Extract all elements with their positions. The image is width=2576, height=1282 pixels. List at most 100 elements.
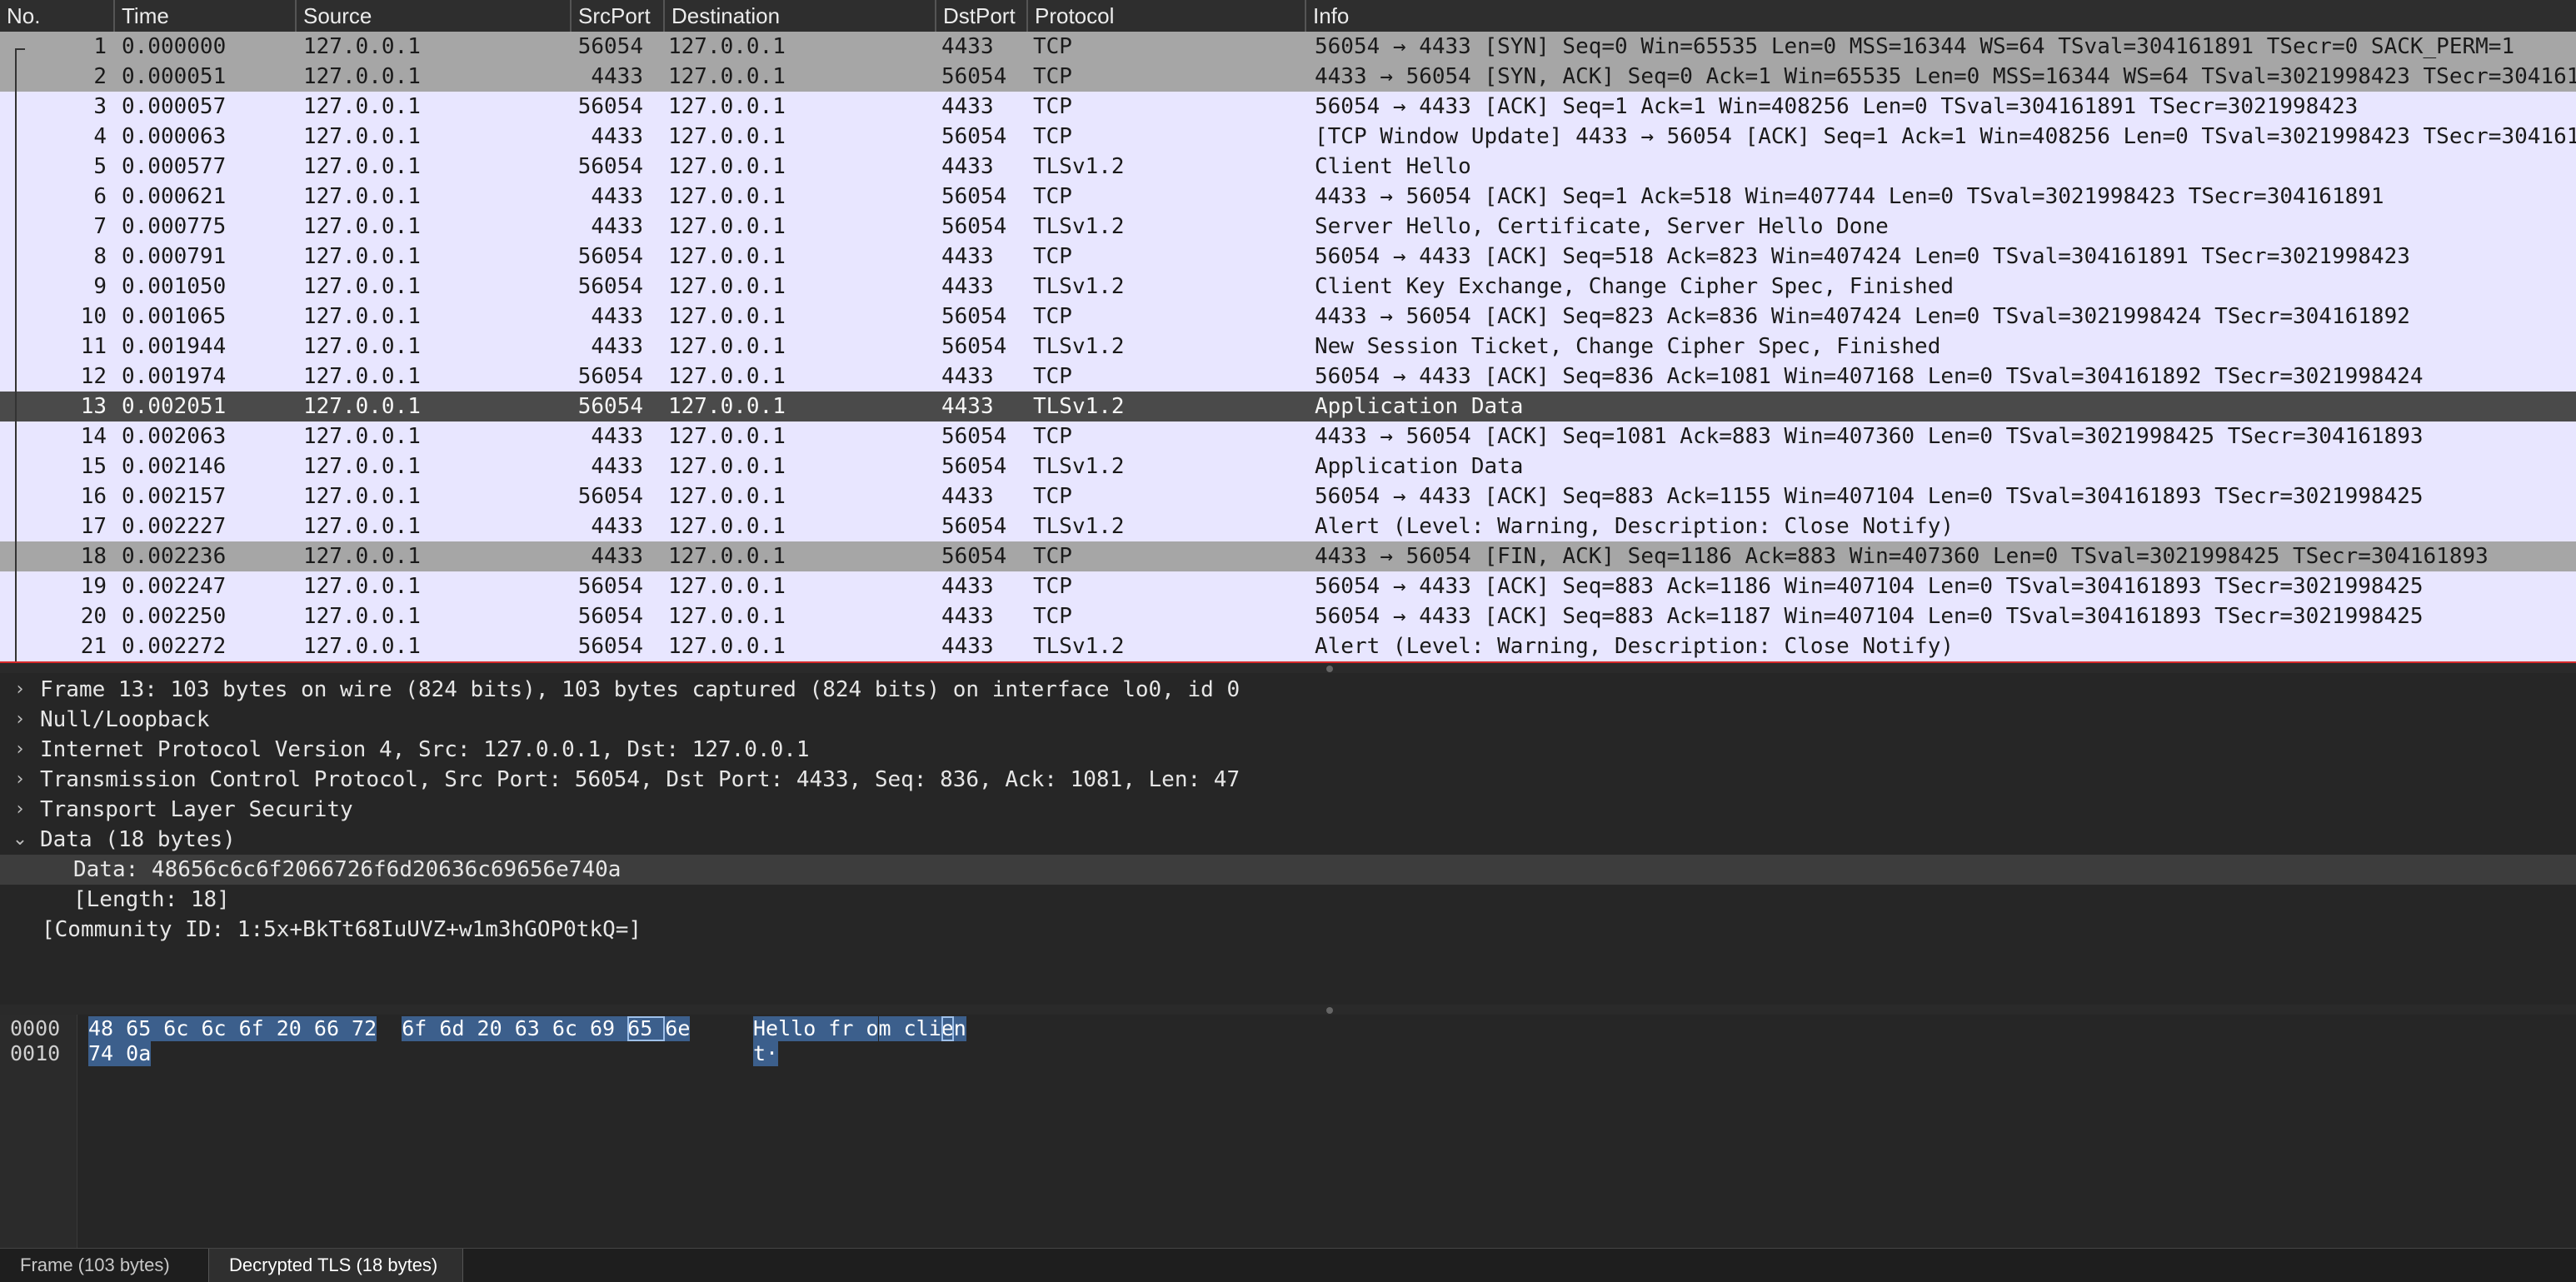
hex-byte[interactable]: 66 [313, 1016, 352, 1041]
packet-row[interactable]: 19 0.002247 127.0.0.1 56054 127.0.0.1 4433 TCP… [0, 571, 2576, 601]
hex-byte[interactable]: 65 [627, 1016, 666, 1041]
ascii-char[interactable]: H [753, 1016, 766, 1041]
detail-row[interactable]: › Transport Layer Security [0, 795, 2576, 825]
ascii-char[interactable] [891, 1016, 904, 1041]
col-no-header[interactable]: No. [0, 0, 113, 32]
packet-time: 0.000063 [122, 124, 227, 149]
tab-frame[interactable]: Frame (103 bytes) [0, 1249, 208, 1282]
packet-row[interactable]: 5 0.000577 127.0.0.1 56054 127.0.0.1 4433 TLSv… [0, 152, 2576, 182]
packet-time: 0.000621 [122, 184, 227, 209]
hex-byte[interactable]: 65 [126, 1016, 164, 1041]
hex-byte[interactable]: 20 [477, 1016, 515, 1041]
hex-byte[interactable]: 0a [126, 1041, 151, 1066]
packet-row[interactable]: 16 0.002157 127.0.0.1 56054 127.0.0.1 4433 TCP… [0, 481, 2576, 511]
ascii-char[interactable]: · [766, 1041, 778, 1066]
tab-decrypted-tls[interactable]: Decrypted TLS (18 bytes) [208, 1249, 463, 1282]
hex-byte[interactable]: 72 [352, 1016, 377, 1041]
packet-info: 56054 → 4433 [ACK] Seq=518 Ack=823 Win=4… [1315, 244, 2410, 269]
packet-info: [TCP Window Update] 4433 → 56054 [ACK] S… [1315, 124, 2576, 149]
packet-destination: 127.0.0.1 [668, 334, 786, 359]
hex-byte[interactable]: 6c [163, 1016, 202, 1041]
hex-byte[interactable]: 6d [439, 1016, 477, 1041]
ascii-char[interactable]: e [766, 1016, 778, 1041]
packet-info: Alert (Level: Warning, Description: Clos… [1315, 514, 1954, 539]
packet-row[interactable]: 13 0.002051 127.0.0.1 56054 127.0.0.1 4433 TLS… [0, 392, 2576, 422]
packet-dstport: 56054 [941, 454, 1007, 479]
packet-row[interactable]: 4 0.000063 127.0.0.1 4433 127.0.0.1 56054 TCP[… [0, 122, 2576, 152]
packet-srcport: 56054 [577, 394, 643, 419]
ascii-char[interactable]: i [928, 1016, 941, 1041]
hex-byte[interactable]: 6c [201, 1016, 239, 1041]
packet-row[interactable]: 7 0.000775 127.0.0.1 4433 127.0.0.1 56054 TLSv… [0, 212, 2576, 242]
packet-row[interactable]: 17 0.002227 127.0.0.1 4433 127.0.0.1 56054 TLS… [0, 511, 2576, 541]
packet-row[interactable]: 10 0.001065 127.0.0.1 4433 127.0.0.1 56054 TCP… [0, 302, 2576, 332]
ascii-char[interactable]: f [828, 1016, 841, 1041]
packet-protocol: TCP [1033, 574, 1072, 599]
detail-row[interactable]: › Internet Protocol Version 4, Src: 127.0… [0, 735, 2576, 765]
packet-protocol: TCP [1033, 124, 1072, 149]
ascii-char[interactable]: o [866, 1016, 879, 1041]
packet-time: 0.001050 [122, 274, 227, 299]
detail-row[interactable]: [Community ID: 1:5x+BkTt68IuUVZ+w1m3hGOP… [0, 915, 2576, 945]
ascii-char[interactable]: m [878, 1016, 891, 1041]
packet-source: 127.0.0.1 [303, 604, 421, 629]
hex-byte[interactable]: 48 [88, 1016, 127, 1041]
hex-byte[interactable]: 6f [238, 1016, 277, 1041]
detail-row[interactable]: ⌄ Data (18 bytes) [0, 825, 2576, 855]
chevron-right-icon[interactable]: › [8, 735, 32, 765]
ascii-char[interactable] [816, 1016, 829, 1041]
packet-row[interactable]: 14 0.002063 127.0.0.1 4433 127.0.0.1 56054 TCP… [0, 422, 2576, 451]
ascii-char[interactable]: t [753, 1041, 766, 1066]
col-srcport-header[interactable]: SrcPort [570, 0, 663, 32]
packet-list[interactable]: No. Time Source SrcPort Destination DstPort Pr… [0, 0, 2576, 663]
hex-byte[interactable]: 74 [88, 1041, 127, 1066]
ascii-char[interactable]: l [916, 1016, 929, 1041]
col-protocol-header[interactable]: Protocol [1026, 0, 1305, 32]
hex-byte[interactable]: 69 [590, 1016, 628, 1041]
ascii-char[interactable]: r [841, 1016, 866, 1041]
packet-source: 127.0.0.1 [303, 154, 421, 179]
ascii-char[interactable]: l [791, 1016, 803, 1041]
packet-row[interactable]: 18 0.002236 127.0.0.1 4433 127.0.0.1 56054 TCP… [0, 541, 2576, 571]
hex-byte[interactable]: 6f [402, 1016, 440, 1041]
packet-destination: 127.0.0.1 [668, 184, 786, 209]
chevron-right-icon[interactable]: › [8, 705, 32, 735]
packet-row[interactable]: 11 0.001944 127.0.0.1 4433 127.0.0.1 56054 TLS… [0, 332, 2576, 362]
packet-row[interactable]: 9 0.001050 127.0.0.1 56054 127.0.0.1 4433 TLSv… [0, 272, 2576, 302]
detail-row[interactable]: › Frame 13: 103 bytes on wire (824 bits),… [0, 675, 2576, 705]
packet-dstport: 56054 [941, 544, 1007, 569]
detail-row[interactable]: [Length: 18] [0, 885, 2576, 915]
packet-row[interactable]: 1 0.000000 127.0.0.1 56054 127.0.0.1 4433 TCP 5… [0, 32, 2576, 62]
col-info-header[interactable]: Info [1305, 0, 2576, 32]
packet-row[interactable]: 2 0.000051 127.0.0.1 4433 127.0.0.1 56054 TCP 4… [0, 62, 2576, 92]
hex-byte[interactable]: 6e [665, 1016, 690, 1041]
packet-row[interactable]: 20 0.002250 127.0.0.1 56054 127.0.0.1 4433 TCP… [0, 601, 2576, 631]
hex-byte[interactable]: 6c [552, 1016, 590, 1041]
packet-dstport: 4433 [941, 574, 994, 599]
col-destination-header[interactable]: Destination [663, 0, 935, 32]
packet-protocol: TCP [1033, 64, 1072, 89]
ascii-char[interactable]: c [903, 1016, 916, 1041]
packet-row[interactable]: 3 0.000057 127.0.0.1 56054 127.0.0.1 4433 TCP 5… [0, 92, 2576, 122]
col-source-header[interactable]: Source [295, 0, 570, 32]
packet-row[interactable]: 21 0.002272 127.0.0.1 56054 127.0.0.1 4433 TLS… [0, 631, 2576, 661]
detail-row[interactable]: › Null/Loopback [0, 705, 2576, 735]
chevron-right-icon[interactable]: › [8, 675, 32, 705]
hex-byte[interactable]: 63 [514, 1016, 552, 1041]
chevron-down-icon[interactable]: ⌄ [8, 825, 32, 855]
chevron-right-icon[interactable]: › [8, 765, 32, 795]
ascii-char[interactable]: n [953, 1016, 966, 1041]
detail-row[interactable]: › Transmission Control Protocol, Src Port… [0, 765, 2576, 795]
packet-row[interactable]: 12 0.001974 127.0.0.1 56054 127.0.0.1 4433 TCP… [0, 362, 2576, 392]
detail-row[interactable]: Data: 48656c6c6f2066726f6d20636c69656e74… [0, 855, 2576, 885]
packet-row[interactable]: 6 0.000621 127.0.0.1 4433 127.0.0.1 56054 TCP 4… [0, 182, 2576, 212]
chevron-right-icon[interactable]: › [8, 795, 32, 825]
ascii-char[interactable]: l [778, 1016, 791, 1041]
packet-row[interactable]: 8 0.000791 127.0.0.1 56054 127.0.0.1 4433 TCP 5… [0, 242, 2576, 272]
col-dstport-header[interactable]: DstPort [935, 0, 1026, 32]
ascii-char[interactable]: e [941, 1016, 954, 1041]
hex-byte[interactable]: 20 [276, 1016, 314, 1041]
packet-row[interactable]: 15 0.002146 127.0.0.1 4433 127.0.0.1 56054 TLS… [0, 451, 2576, 481]
ascii-char[interactable]: o [803, 1016, 816, 1041]
col-time-header[interactable]: Time [113, 0, 295, 32]
